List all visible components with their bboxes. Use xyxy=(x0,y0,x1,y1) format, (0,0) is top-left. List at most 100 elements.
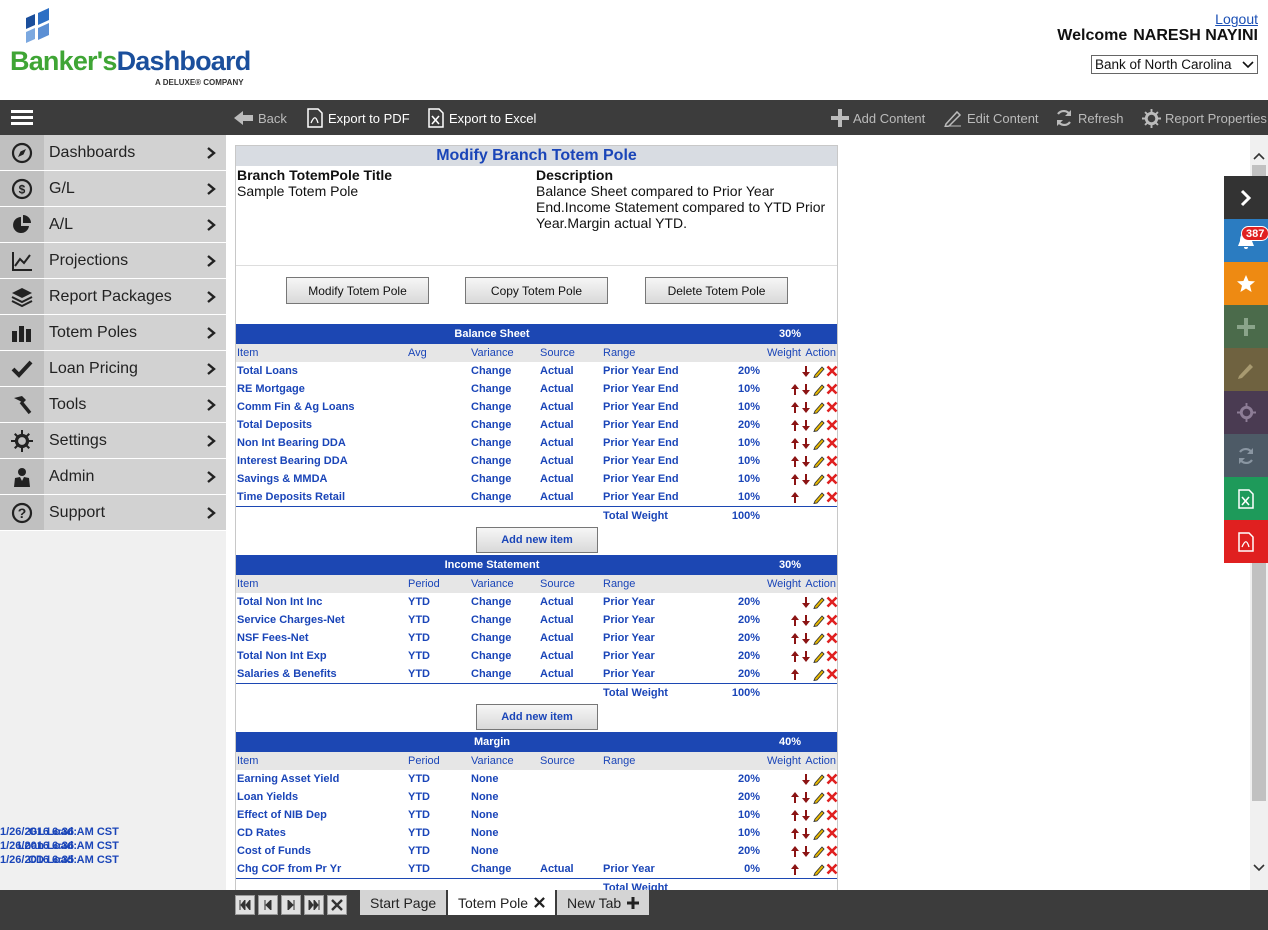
pencil-icon[interactable] xyxy=(813,437,825,450)
tab-start-page[interactable]: Start Page xyxy=(360,890,447,915)
move-up-icon[interactable] xyxy=(790,614,800,627)
delete-x-icon[interactable] xyxy=(826,596,838,608)
item-link[interactable]: RE Mortgage xyxy=(237,380,305,398)
close-tab-icon[interactable] xyxy=(534,897,545,908)
delete-x-icon[interactable] xyxy=(826,632,838,644)
item-link[interactable]: Service Charges-Net xyxy=(237,611,345,629)
dock-settings-button[interactable] xyxy=(1224,391,1268,434)
pencil-icon[interactable] xyxy=(813,632,825,645)
pencil-icon[interactable] xyxy=(813,650,825,663)
edit-content-button[interactable]: Edit Content xyxy=(943,108,1039,128)
move-up-icon[interactable] xyxy=(790,632,800,645)
delete-x-icon[interactable] xyxy=(826,473,838,485)
move-down-icon[interactable] xyxy=(801,596,811,609)
pencil-icon[interactable] xyxy=(813,455,825,468)
move-up-icon[interactable] xyxy=(790,809,800,822)
move-down-icon[interactable] xyxy=(801,437,811,450)
move-up-icon[interactable] xyxy=(790,491,800,504)
delete-x-icon[interactable] xyxy=(826,650,838,662)
pencil-icon[interactable] xyxy=(813,401,825,414)
sidebar-item-g-l[interactable]: $ G/L xyxy=(0,171,226,207)
delete-x-icon[interactable] xyxy=(826,827,838,839)
move-up-icon[interactable] xyxy=(790,845,800,858)
dock-favorites-button[interactable] xyxy=(1224,262,1268,305)
delete-x-icon[interactable] xyxy=(826,773,838,785)
item-link[interactable]: Cost of Funds xyxy=(237,842,311,860)
close-all-tabs-button[interactable] xyxy=(327,895,347,915)
refresh-button[interactable]: Refresh xyxy=(1054,108,1124,128)
pencil-icon[interactable] xyxy=(813,668,825,681)
sidebar-item-tools[interactable]: Tools xyxy=(0,387,226,423)
delete-x-icon[interactable] xyxy=(826,401,838,413)
delete-x-icon[interactable] xyxy=(826,614,838,626)
item-link[interactable]: Time Deposits Retail xyxy=(237,488,345,506)
pencil-icon[interactable] xyxy=(813,383,825,396)
sidebar-item-report-packages[interactable]: Report Packages xyxy=(0,279,226,315)
dock-expand-button[interactable] xyxy=(1224,176,1268,219)
move-up-icon[interactable] xyxy=(790,791,800,804)
hamburger-menu-icon[interactable] xyxy=(11,110,33,126)
add-content-button[interactable]: Add Content xyxy=(831,108,925,128)
move-up-icon[interactable] xyxy=(790,383,800,396)
move-up-icon[interactable] xyxy=(790,650,800,663)
delete-x-icon[interactable] xyxy=(826,809,838,821)
pencil-icon[interactable] xyxy=(813,791,825,804)
move-up-icon[interactable] xyxy=(790,455,800,468)
move-down-icon[interactable] xyxy=(801,401,811,414)
previous-tab-button[interactable] xyxy=(258,895,278,915)
bank-select[interactable]: Bank of North Carolina xyxy=(1091,55,1258,74)
move-up-icon[interactable] xyxy=(790,419,800,432)
move-down-icon[interactable] xyxy=(801,650,811,663)
delete-x-icon[interactable] xyxy=(826,791,838,803)
move-down-icon[interactable] xyxy=(801,809,811,822)
pencil-icon[interactable] xyxy=(813,419,825,432)
delete-x-icon[interactable] xyxy=(826,863,838,875)
move-down-icon[interactable] xyxy=(801,827,811,840)
sidebar-item-projections[interactable]: Projections xyxy=(0,243,226,279)
item-link[interactable]: Interest Bearing DDA xyxy=(237,452,348,470)
move-up-icon[interactable] xyxy=(790,437,800,450)
delete-x-icon[interactable] xyxy=(826,383,838,395)
move-up-icon[interactable] xyxy=(790,827,800,840)
report-properties-button[interactable]: Report Properties xyxy=(1142,108,1267,128)
pencil-icon[interactable] xyxy=(813,809,825,822)
delete-x-icon[interactable] xyxy=(826,845,838,857)
logout-link[interactable]: Logout xyxy=(1215,11,1258,27)
back-button[interactable]: Back xyxy=(234,108,287,128)
pencil-icon[interactable] xyxy=(813,473,825,486)
delete-totem-pole-button[interactable]: Delete Totem Pole xyxy=(645,277,788,304)
move-up-icon[interactable] xyxy=(790,668,800,681)
delete-x-icon[interactable] xyxy=(826,365,838,377)
item-link[interactable]: Total Deposits xyxy=(237,416,312,434)
delete-x-icon[interactable] xyxy=(826,419,838,431)
move-down-icon[interactable] xyxy=(801,614,811,627)
move-down-icon[interactable] xyxy=(801,383,811,396)
delete-x-icon[interactable] xyxy=(826,491,838,503)
export-excel-button[interactable]: Export to Excel xyxy=(427,108,536,128)
pencil-icon[interactable] xyxy=(813,614,825,627)
pencil-icon[interactable] xyxy=(813,365,825,378)
pencil-icon[interactable] xyxy=(813,596,825,609)
item-link[interactable]: Non Int Bearing DDA xyxy=(237,434,346,452)
move-down-icon[interactable] xyxy=(801,455,811,468)
sidebar-item-loan-pricing[interactable]: Loan Pricing xyxy=(0,351,226,387)
move-down-icon[interactable] xyxy=(801,845,811,858)
item-link[interactable]: Chg COF from Pr Yr xyxy=(237,860,341,878)
scroll-up-icon[interactable] xyxy=(1253,151,1265,161)
item-link[interactable]: Loan Yields xyxy=(237,788,298,806)
pencil-icon[interactable] xyxy=(813,773,825,786)
copy-totem-pole-button[interactable]: Copy Totem Pole xyxy=(465,277,608,304)
tab-totem-pole[interactable]: Totem Pole xyxy=(448,890,556,915)
sidebar-item-support[interactable]: ? Support xyxy=(0,495,226,531)
pencil-icon[interactable] xyxy=(813,491,825,504)
dock-edit-button[interactable] xyxy=(1224,348,1268,391)
item-link[interactable]: CD Rates xyxy=(237,824,286,842)
sidebar-item-totem-poles[interactable]: Totem Poles xyxy=(0,315,226,351)
dock-excel-button[interactable] xyxy=(1224,477,1268,520)
item-link[interactable]: Comm Fin & Ag Loans xyxy=(237,398,355,416)
scroll-down-icon[interactable] xyxy=(1253,863,1265,873)
delete-x-icon[interactable] xyxy=(826,668,838,680)
item-link[interactable]: Total Non Int Inc xyxy=(237,593,322,611)
item-link[interactable]: Effect of NIB Dep xyxy=(237,806,327,824)
pencil-icon[interactable] xyxy=(813,827,825,840)
